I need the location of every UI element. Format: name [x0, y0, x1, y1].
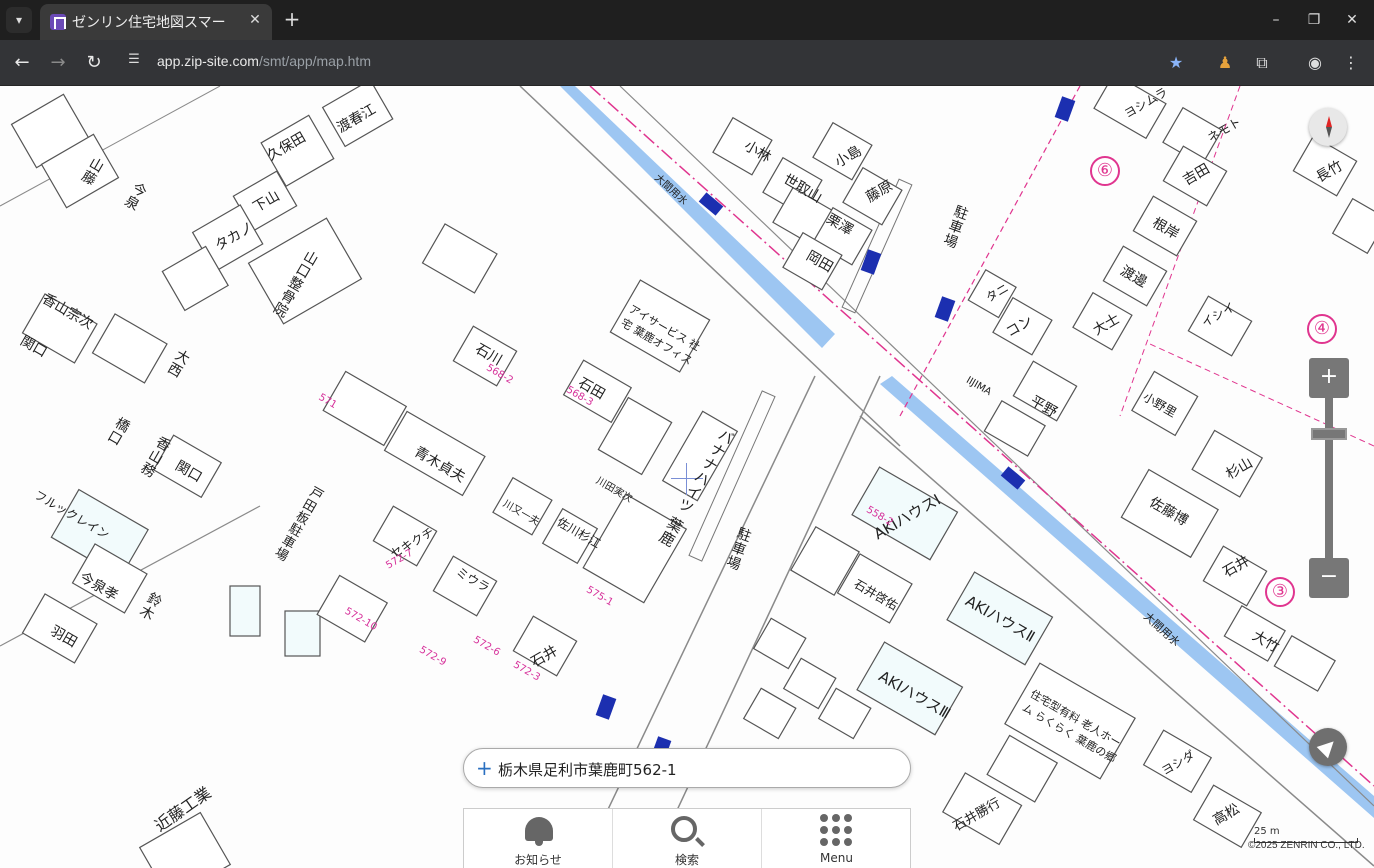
- extension-agent-icon[interactable]: ♟: [1214, 52, 1236, 74]
- zoom-slider-handle[interactable]: [1311, 428, 1347, 440]
- site-favicon-icon: [50, 14, 66, 30]
- road-edge: [619, 86, 1374, 807]
- url-path: /smt/app/map.htm: [258, 53, 371, 69]
- menu-label: Menu: [820, 851, 853, 865]
- search-icon: [671, 816, 697, 842]
- browser-tab-active[interactable]: ゼンリン住宅地図スマー ✕: [40, 4, 272, 40]
- block-marker: ④: [1307, 314, 1337, 344]
- browser-tab-bar: ▾ ゼンリン住宅地図スマー ✕ + – ❐ ✕: [0, 0, 1374, 40]
- district-boundary: [899, 86, 1081, 417]
- current-address: 栃木県足利市葉鹿町562-1: [498, 761, 677, 779]
- block-marker: ③: [1265, 577, 1295, 607]
- grid-menu-icon: [820, 814, 852, 846]
- tab-title: ゼンリン住宅地図スマー: [72, 15, 226, 31]
- reload-button[interactable]: ↻: [81, 50, 107, 76]
- search-label: 検索: [674, 853, 699, 867]
- copyright: ©2025 ZENRIN CO., LTD.: [1248, 840, 1365, 851]
- bell-icon: [525, 817, 553, 846]
- news-label: お知らせ: [514, 853, 562, 867]
- compass-north-icon[interactable]: [1309, 108, 1347, 146]
- close-window-button[interactable]: ✕: [1338, 8, 1366, 32]
- news-button[interactable]: お知らせ: [464, 809, 613, 868]
- extensions-puzzle-icon[interactable]: ⧉: [1251, 52, 1273, 74]
- browser-menu-icon[interactable]: ⋮: [1340, 52, 1362, 74]
- forward-button[interactable]: →: [45, 50, 71, 76]
- plus-icon: +: [476, 756, 493, 780]
- zoom-slider-track[interactable]: [1325, 398, 1333, 558]
- bookmark-star-icon[interactable]: ★: [1165, 52, 1187, 74]
- zoom-in-button[interactable]: +: [1309, 358, 1349, 398]
- address-bar-url[interactable]: app.zip-site.com/smt/app/map.htm: [157, 53, 371, 69]
- browser-toolbar: ← → ↻ ☰ app.zip-site.com/smt/app/map.htm…: [0, 40, 1374, 86]
- zoom-out-button[interactable]: −: [1309, 558, 1349, 598]
- site-info-icon[interactable]: ☰: [124, 52, 144, 72]
- minimize-window-button[interactable]: –: [1262, 8, 1290, 32]
- current-location-icon[interactable]: [1309, 728, 1347, 766]
- tab-search-menu-button[interactable]: ▾: [6, 7, 32, 33]
- url-host: app.zip-site.com: [157, 53, 259, 69]
- back-button[interactable]: ←: [9, 50, 35, 76]
- restore-window-button[interactable]: ❐: [1300, 8, 1328, 32]
- scale-label: 25 m: [1254, 826, 1280, 837]
- bottom-menu: お知らせ 検索 Menu: [463, 808, 911, 868]
- profile-avatar-icon[interactable]: ◉: [1304, 52, 1326, 74]
- new-tab-button[interactable]: +: [282, 8, 302, 30]
- block-marker: ⑥: [1090, 156, 1120, 186]
- tab-close-icon[interactable]: ✕: [246, 12, 264, 28]
- search-button[interactable]: 検索: [613, 809, 762, 868]
- map-canvas[interactable]: 渡春江 久保田 下山 タカノ 山口整骨院 山藤 今泉 香山宗次 関口 大西 橋口…: [0, 86, 1374, 868]
- menu-button[interactable]: Menu: [762, 809, 911, 868]
- canal-lower: [880, 376, 1374, 818]
- address-search-bar[interactable]: + 栃木県足利市葉鹿町562-1: [463, 748, 911, 788]
